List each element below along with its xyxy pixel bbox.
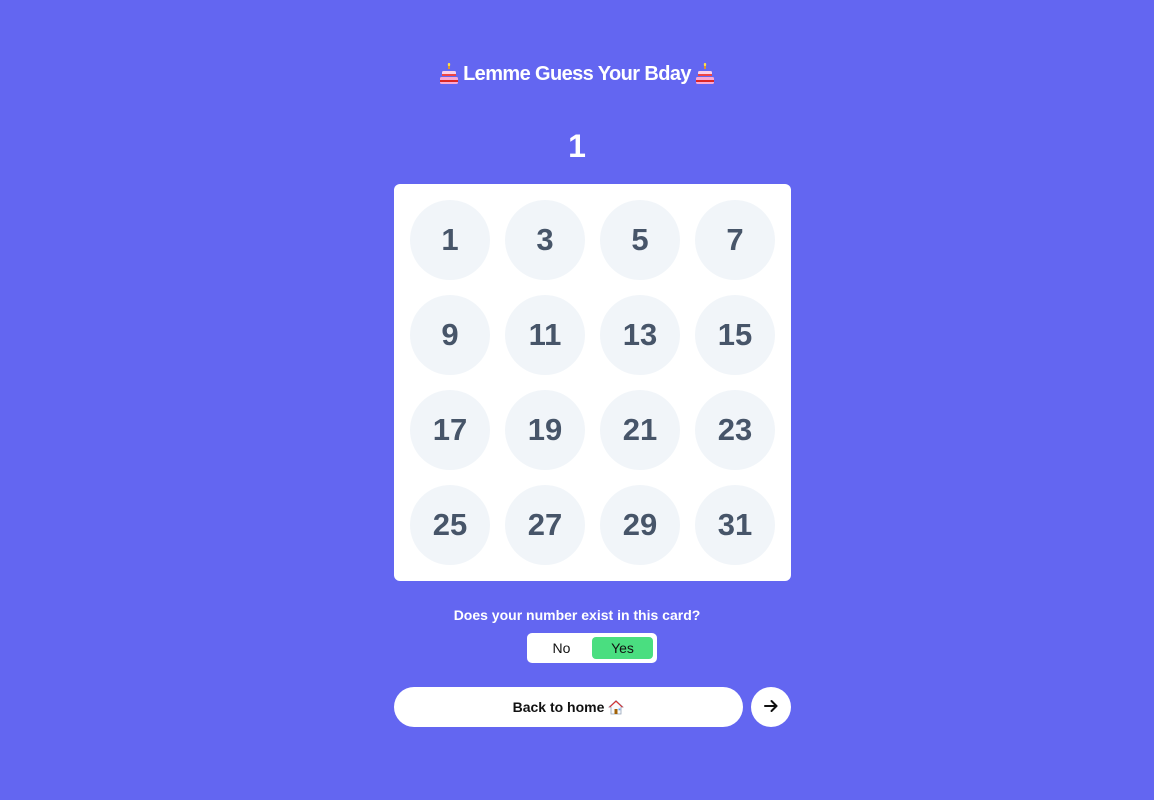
number-bubble: 9 — [410, 295, 490, 375]
birthday-cake-icon — [439, 63, 459, 85]
number-bubble: 3 — [505, 200, 585, 280]
number-bubble: 17 — [410, 390, 490, 470]
number-bubble: 25 — [410, 485, 490, 565]
number-bubble: 7 — [695, 200, 775, 280]
yes-no-toggle: No Yes — [527, 633, 657, 663]
number-bubble: 19 — [505, 390, 585, 470]
card-number: 1 — [568, 128, 586, 164]
number-bubble: 5 — [600, 200, 680, 280]
question-text: Does your number exist in this card? — [453, 607, 701, 623]
birthday-cake-icon — [695, 63, 715, 85]
yes-option[interactable]: Yes — [592, 637, 653, 659]
number-bubble: 31 — [695, 485, 775, 565]
number-bubble: 13 — [600, 295, 680, 375]
number-bubble: 27 — [505, 485, 585, 565]
number-bubble: 11 — [505, 295, 585, 375]
number-card: 1 3 5 7 9 11 13 15 17 19 21 23 25 27 29 … — [394, 184, 791, 581]
number-bubble: 1 — [410, 200, 490, 280]
number-grid: 1 3 5 7 9 11 13 15 17 19 21 23 25 27 29 … — [410, 200, 775, 565]
arrow-right-icon — [763, 698, 779, 717]
back-to-home-label: Back to home — [512, 699, 605, 715]
house-icon — [608, 699, 625, 715]
no-option[interactable]: No — [531, 637, 592, 659]
number-bubble: 21 — [600, 390, 680, 470]
number-bubble: 15 — [695, 295, 775, 375]
page-title: Lemme Guess Your Bday — [0, 60, 1154, 88]
number-bubble: 23 — [695, 390, 775, 470]
back-to-home-button[interactable]: Back to home — [394, 687, 743, 727]
number-bubble: 29 — [600, 485, 680, 565]
page-title-text: Lemme Guess Your Bday — [463, 63, 691, 85]
next-button[interactable] — [751, 687, 791, 727]
